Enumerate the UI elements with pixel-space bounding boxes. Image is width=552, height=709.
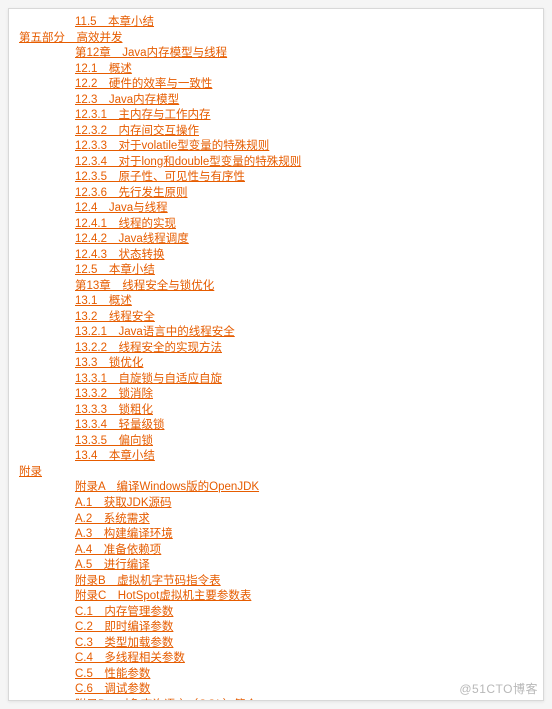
toc-entry-link[interactable]: 12.3.6 先行发生原则 bbox=[75, 187, 187, 199]
toc-row: C.6 调试参数 bbox=[75, 682, 533, 698]
toc-entry-link[interactable]: 13.3 锁优化 bbox=[75, 357, 143, 369]
toc-part-link[interactable]: 附录 bbox=[19, 466, 42, 478]
toc-row: 12.5 本章小结 bbox=[75, 263, 533, 279]
toc-row: 附录C HotSpot虚拟机主要参数表 bbox=[75, 589, 533, 605]
toc-row: C.1 内存管理参数 bbox=[75, 605, 533, 621]
toc-row: 13.3.2 锁消除 bbox=[75, 387, 533, 403]
toc-row: A.1 获取JDK源码 bbox=[75, 496, 533, 512]
table-of-contents: 11.5 本章小结第五部分 高效并发第12章 Java内存模型与线程 12.1 概… bbox=[19, 15, 533, 701]
toc-entry-link[interactable]: C.3 类型加载参数 bbox=[75, 637, 173, 649]
toc-row: A.2 系统需求 bbox=[75, 512, 533, 528]
toc-row: A.4 准备依赖项 bbox=[75, 543, 533, 559]
toc-entry-link[interactable]: 第12章 Java内存模型与线程 bbox=[75, 47, 227, 59]
toc-row: 13.3.5 偏向锁 bbox=[75, 434, 533, 450]
toc-row: 附录B 虚拟机字节码指令表 bbox=[75, 574, 533, 590]
toc-row: A.5 进行编译 bbox=[75, 558, 533, 574]
toc-entry-link[interactable]: 附录D 对象查询语言（OQL）简介 bbox=[75, 699, 257, 701]
toc-row: 12.3.2 内存间交互操作 bbox=[75, 124, 533, 140]
toc-entry-link[interactable]: 第13章 线程安全与锁优化 bbox=[75, 280, 214, 292]
toc-row: 第五部分 高效并发 bbox=[19, 31, 533, 47]
toc-entry-link[interactable]: A.3 构建编译环境 bbox=[75, 528, 173, 540]
toc-row: 附录D 对象查询语言（OQL）简介 bbox=[75, 698, 533, 701]
toc-entry-link[interactable]: 13.3.5 偏向锁 bbox=[75, 435, 153, 447]
toc-entry-link[interactable]: C.2 即时编译参数 bbox=[75, 621, 173, 633]
toc-row: 13.3.1 自旋锁与自适应自旋 bbox=[75, 372, 533, 388]
toc-row: 12.4.1 线程的实现 bbox=[75, 217, 533, 233]
toc-entry-link[interactable]: 13.2.2 线程安全的实现方法 bbox=[75, 342, 222, 354]
toc-entry-link[interactable]: 13.4 本章小结 bbox=[75, 450, 155, 462]
toc-row: 12.4.2 Java线程调度 bbox=[75, 232, 533, 248]
toc-entry-link[interactable]: 13.3.2 锁消除 bbox=[75, 388, 153, 400]
toc-entry-link[interactable]: 12.3 Java内存模型 bbox=[75, 94, 179, 106]
toc-entry-link[interactable]: 12.2 硬件的效率与一致性 bbox=[75, 78, 212, 90]
toc-row: 13.1 概述 bbox=[75, 294, 533, 310]
toc-row: 12.3 Java内存模型 bbox=[75, 93, 533, 109]
toc-entry-link[interactable]: 12.4 Java与线程 bbox=[75, 202, 168, 214]
toc-entry-link[interactable]: 12.1 概述 bbox=[75, 63, 132, 75]
toc-entry-link[interactable]: C.5 性能参数 bbox=[75, 668, 150, 680]
toc-row: 12.1 概述 bbox=[75, 62, 533, 78]
toc-row: 第12章 Java内存模型与线程 bbox=[75, 46, 533, 62]
toc-row: 12.3.5 原子性、可见性与有序性 bbox=[75, 170, 533, 186]
toc-row: 12.3.3 对于volatile型变量的特殊规则 bbox=[75, 139, 533, 155]
toc-row: 附录 bbox=[19, 465, 533, 481]
toc-row: 13.2.2 线程安全的实现方法 bbox=[75, 341, 533, 357]
toc-row: C.5 性能参数 bbox=[75, 667, 533, 683]
document-page: 11.5 本章小结第五部分 高效并发第12章 Java内存模型与线程 12.1 概… bbox=[8, 8, 544, 701]
toc-entry-link[interactable]: A.5 进行编译 bbox=[75, 559, 150, 571]
toc-entry-link[interactable]: 11.5 本章小结 bbox=[75, 16, 154, 28]
toc-entry-link[interactable]: 13.3.1 自旋锁与自适应自旋 bbox=[75, 373, 222, 385]
toc-row: 13.3.4 轻量级锁 bbox=[75, 418, 533, 434]
toc-row: 11.5 本章小结 bbox=[75, 15, 533, 31]
toc-entry-link[interactable]: A.1 获取JDK源码 bbox=[75, 497, 172, 509]
toc-entry-link[interactable]: 12.4.1 线程的实现 bbox=[75, 218, 176, 230]
toc-entry-link[interactable]: 附录B 虚拟机字节码指令表 bbox=[75, 575, 221, 587]
toc-row: 13.4 本章小结 bbox=[75, 449, 533, 465]
toc-row: 12.3.4 对于long和double型变量的特殊规则 bbox=[75, 155, 533, 171]
toc-row: 13.2.1 Java语言中的线程安全 bbox=[75, 325, 533, 341]
toc-row: 第13章 线程安全与锁优化 bbox=[75, 279, 533, 295]
toc-row: 13.3 锁优化 bbox=[75, 356, 533, 372]
toc-entry-link[interactable]: C.4 多线程相关参数 bbox=[75, 652, 185, 664]
toc-entry-link[interactable]: 12.3.3 对于volatile型变量的特殊规则 bbox=[75, 140, 269, 152]
toc-entry-link[interactable]: C.1 内存管理参数 bbox=[75, 606, 173, 618]
toc-row: 12.3.1 主内存与工作内存 bbox=[75, 108, 533, 124]
toc-entry-link[interactable]: C.6 调试参数 bbox=[75, 683, 150, 695]
toc-entry-link[interactable]: 13.3.4 轻量级锁 bbox=[75, 419, 164, 431]
toc-entry-link[interactable]: 12.3.4 对于long和double型变量的特殊规则 bbox=[75, 156, 301, 168]
toc-row: 12.2 硬件的效率与一致性 bbox=[75, 77, 533, 93]
toc-row: 12.4.3 状态转换 bbox=[75, 248, 533, 264]
toc-entry-link[interactable]: 附录A 编译Windows版的OpenJDK bbox=[75, 481, 259, 493]
toc-row: 附录A 编译Windows版的OpenJDK bbox=[75, 480, 533, 496]
toc-row: 12.3.6 先行发生原则 bbox=[75, 186, 533, 202]
toc-entry-link[interactable]: 12.4.2 Java线程调度 bbox=[75, 233, 189, 245]
toc-entry-link[interactable]: A.2 系统需求 bbox=[75, 513, 150, 525]
toc-entry-link[interactable]: 12.4.3 状态转换 bbox=[75, 249, 164, 261]
toc-entry-link[interactable]: 13.2 线程安全 bbox=[75, 311, 155, 323]
toc-entry-link[interactable]: 12.3.1 主内存与工作内存 bbox=[75, 109, 210, 121]
toc-row: C.2 即时编译参数 bbox=[75, 620, 533, 636]
toc-part-link[interactable]: 第五部分 高效并发 bbox=[19, 32, 123, 44]
toc-entry-link[interactable]: A.4 准备依赖项 bbox=[75, 544, 161, 556]
toc-row: 13.2 线程安全 bbox=[75, 310, 533, 326]
toc-entry-link[interactable]: 12.3.2 内存间交互操作 bbox=[75, 125, 199, 137]
toc-row: 13.3.3 锁粗化 bbox=[75, 403, 533, 419]
toc-entry-link[interactable]: 12.5 本章小结 bbox=[75, 264, 155, 276]
toc-entry-link[interactable]: 12.3.5 原子性、可见性与有序性 bbox=[75, 171, 245, 183]
toc-entry-link[interactable]: 13.3.3 锁粗化 bbox=[75, 404, 153, 416]
toc-row: C.4 多线程相关参数 bbox=[75, 651, 533, 667]
toc-entry-link[interactable]: 13.1 概述 bbox=[75, 295, 132, 307]
toc-row: A.3 构建编译环境 bbox=[75, 527, 533, 543]
toc-row: 12.4 Java与线程 bbox=[75, 201, 533, 217]
toc-row: C.3 类型加载参数 bbox=[75, 636, 533, 652]
toc-entry-link[interactable]: 13.2.1 Java语言中的线程安全 bbox=[75, 326, 235, 338]
toc-entry-link[interactable]: 附录C HotSpot虚拟机主要参数表 bbox=[75, 590, 251, 602]
